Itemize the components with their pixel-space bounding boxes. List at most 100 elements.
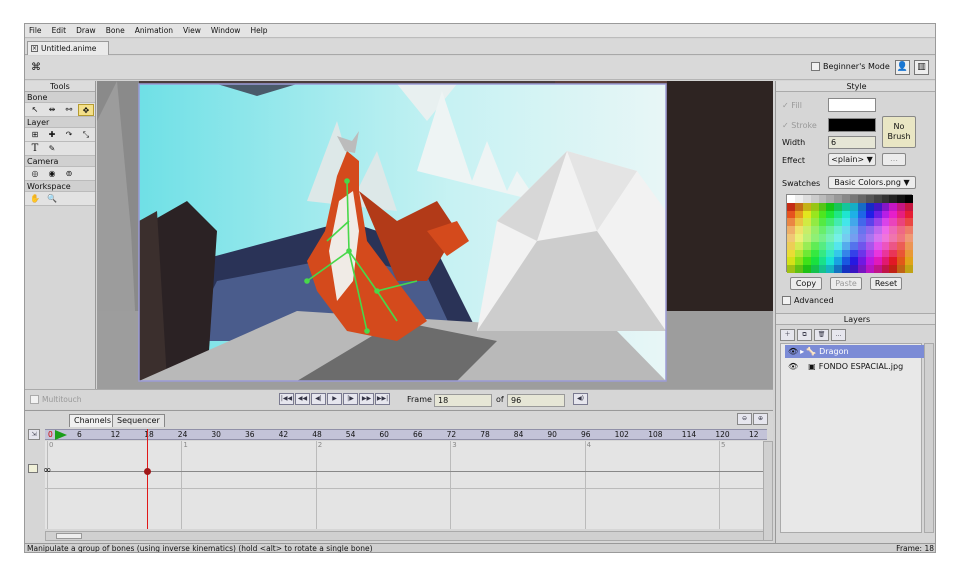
track-camera-icon[interactable]: ◎ bbox=[27, 168, 43, 180]
swatch-cell[interactable] bbox=[850, 210, 858, 219]
swatch-cell[interactable] bbox=[794, 226, 803, 234]
swatch-cell[interactable] bbox=[787, 265, 795, 273]
layer-row-fondo[interactable]: 👁 ▣ FONDO ESPACIAL.jpg bbox=[785, 360, 925, 373]
swatch-cell[interactable] bbox=[881, 249, 890, 258]
swatch-cell[interactable] bbox=[818, 257, 827, 266]
layer-options-icon[interactable]: … bbox=[831, 329, 846, 341]
swatch-cell[interactable] bbox=[787, 210, 795, 219]
swatch-cell[interactable] bbox=[857, 195, 866, 203]
scale-layer-icon[interactable]: ⤡ bbox=[78, 129, 94, 141]
menu-view[interactable]: View bbox=[183, 26, 201, 35]
swatch-cell[interactable] bbox=[850, 241, 858, 250]
visibility-eye-icon[interactable]: 👁 bbox=[788, 345, 798, 358]
swatch-cell[interactable] bbox=[826, 249, 835, 258]
timeline-channels[interactable]: 012345 ∞ bbox=[43, 429, 767, 529]
swatch-cell[interactable] bbox=[873, 195, 882, 203]
swatch-cell[interactable] bbox=[857, 202, 866, 211]
fill-toggle[interactable]: ✓ Fill bbox=[782, 101, 802, 110]
zoom-in-icon[interactable]: ⊕ bbox=[753, 413, 768, 425]
new-layer-icon[interactable]: ＋ bbox=[780, 329, 795, 341]
swatch-cell[interactable] bbox=[842, 195, 850, 203]
swatch-cell[interactable] bbox=[842, 226, 850, 234]
swatch-cell[interactable] bbox=[881, 265, 890, 273]
swatch-cell[interactable] bbox=[897, 195, 906, 203]
swatch-cell[interactable] bbox=[881, 210, 890, 219]
swatch-cell[interactable] bbox=[905, 249, 913, 258]
swatch-cell[interactable] bbox=[905, 257, 913, 266]
swatch-cell[interactable] bbox=[857, 226, 866, 234]
timeline-hscroll[interactable] bbox=[45, 531, 767, 541]
tab-channels[interactable]: Channels bbox=[69, 414, 117, 427]
swatch-cell[interactable] bbox=[818, 265, 827, 273]
swatch-cell[interactable] bbox=[810, 202, 819, 211]
duplicate-layer-icon[interactable]: ⧉ bbox=[797, 329, 812, 341]
swatch-cell[interactable] bbox=[897, 241, 906, 250]
set-origin-icon[interactable]: ⊞ bbox=[27, 129, 43, 141]
swatch-cell[interactable] bbox=[889, 257, 898, 266]
swatch-cell[interactable] bbox=[897, 226, 906, 234]
swatch-cell[interactable] bbox=[905, 234, 913, 242]
swatch-cell[interactable] bbox=[850, 257, 858, 266]
swatch-cell[interactable] bbox=[850, 226, 858, 234]
swatch-cell[interactable] bbox=[818, 249, 827, 258]
swatch-cell[interactable] bbox=[818, 241, 827, 250]
swatch-cell[interactable] bbox=[857, 241, 866, 250]
menu-file[interactable]: File bbox=[29, 26, 42, 35]
multitouch-checkbox[interactable] bbox=[30, 395, 39, 404]
swatch-cell[interactable] bbox=[826, 265, 835, 273]
swatch-cell[interactable] bbox=[826, 195, 835, 203]
swatch-cell[interactable] bbox=[834, 195, 843, 203]
keyframe-marker[interactable] bbox=[144, 468, 151, 475]
swatch-cell[interactable] bbox=[842, 234, 850, 242]
swatch-cell[interactable] bbox=[857, 234, 866, 242]
swatch-cell[interactable] bbox=[794, 210, 803, 219]
swatch-cell[interactable] bbox=[881, 218, 890, 227]
eyedropper-icon[interactable]: ✎ bbox=[44, 143, 60, 155]
close-tab-icon[interactable]: × bbox=[31, 45, 38, 52]
playhead-line[interactable] bbox=[147, 429, 148, 529]
swatches-dropdown[interactable]: Basic Colors.png ▼ bbox=[828, 176, 916, 189]
swatch-cell[interactable] bbox=[905, 265, 913, 273]
swatch-cell[interactable] bbox=[850, 218, 858, 227]
swatch-cell[interactable] bbox=[881, 257, 890, 266]
swatch-cell[interactable] bbox=[842, 202, 850, 211]
copy-button[interactable]: Copy bbox=[790, 277, 822, 290]
swatch-cell[interactable] bbox=[834, 257, 843, 266]
swatch-cell[interactable] bbox=[826, 210, 835, 219]
swatch-cell[interactable] bbox=[857, 265, 866, 273]
stroke-color-swatch[interactable] bbox=[828, 118, 876, 132]
swatch-cell[interactable] bbox=[810, 265, 819, 273]
paste-button[interactable]: Paste bbox=[830, 277, 862, 290]
swatch-cell[interactable] bbox=[810, 218, 819, 227]
swatch-cell[interactable] bbox=[802, 257, 811, 266]
swatch-cell[interactable] bbox=[818, 226, 827, 234]
swatch-cell[interactable] bbox=[810, 226, 819, 234]
swatch-cell[interactable] bbox=[865, 218, 874, 227]
step-back-icon[interactable]: ◀| bbox=[311, 393, 326, 405]
swatch-cell[interactable] bbox=[834, 210, 843, 219]
swatch-cell[interactable] bbox=[826, 257, 835, 266]
folder-icon[interactable] bbox=[28, 464, 38, 473]
swatch-cell[interactable] bbox=[818, 210, 827, 219]
swatch-cell[interactable] bbox=[897, 210, 906, 219]
swatch-cell[interactable] bbox=[897, 234, 906, 242]
hscroll-thumb[interactable] bbox=[56, 533, 82, 539]
swatch-cell[interactable] bbox=[794, 241, 803, 250]
swatch-cell[interactable] bbox=[889, 265, 898, 273]
zoom-camera-icon[interactable]: ◉ bbox=[44, 168, 60, 180]
swatch-cell[interactable] bbox=[818, 195, 827, 203]
swatch-cell[interactable] bbox=[794, 249, 803, 258]
swatch-cell[interactable] bbox=[897, 249, 906, 258]
library-icon[interactable]: ▥ bbox=[914, 60, 929, 75]
swatch-cell[interactable] bbox=[834, 234, 843, 242]
swatch-cell[interactable] bbox=[810, 234, 819, 242]
expand-arrow-icon[interactable]: ▸ bbox=[800, 345, 804, 358]
beginners-mode-checkbox[interactable] bbox=[811, 62, 820, 71]
select-bone-icon[interactable]: ↖ bbox=[27, 104, 43, 116]
user-icon[interactable]: 👤 bbox=[895, 60, 910, 75]
swatch-cell[interactable] bbox=[865, 234, 874, 242]
swatch-cell[interactable] bbox=[889, 210, 898, 219]
frame-input[interactable]: 18 bbox=[434, 394, 492, 407]
stroke-toggle[interactable]: ✓ Stroke bbox=[782, 121, 817, 130]
swatch-cell[interactable] bbox=[826, 202, 835, 211]
